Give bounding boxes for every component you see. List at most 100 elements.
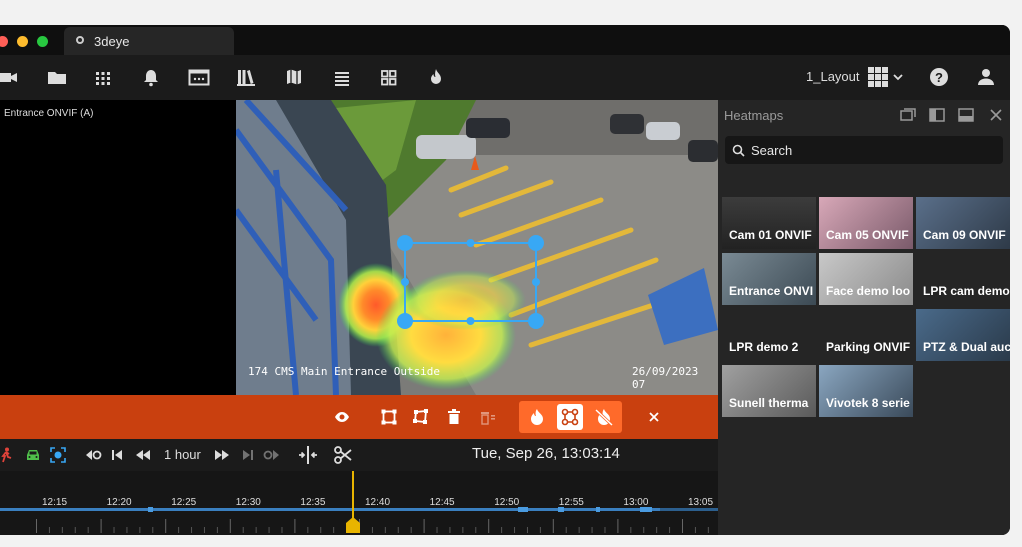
timeline-tick-label: 12:45 xyxy=(429,497,455,508)
timeline-minor-tick xyxy=(333,527,335,533)
delete-all-icon xyxy=(481,412,495,425)
heatmap-tile[interactable]: Cam 05 ONVIF xyxy=(819,197,913,249)
heatmaps-panel: Heatmaps Search Cam 01 ONVIF Cam 05 ONVIF… xyxy=(718,100,1010,535)
timeline-minor-tick xyxy=(604,527,606,533)
close-window-button[interactable] xyxy=(0,36,8,47)
camera-title: Entrance ONVIF (A) xyxy=(4,108,94,119)
camera-icon[interactable] xyxy=(0,65,18,89)
maximize-window-button[interactable] xyxy=(37,36,48,47)
timeline-minor-tick xyxy=(707,527,709,533)
timeline-minor-tick xyxy=(694,527,696,533)
eye-icon[interactable] xyxy=(334,409,350,425)
timeline-minor-tick xyxy=(61,527,63,533)
heatmap-flame-icon[interactable] xyxy=(428,65,444,89)
heatmap-tile[interactable]: Vivotek 8 serie xyxy=(819,365,913,417)
fast-forward-icon[interactable] xyxy=(214,448,230,462)
search-icon xyxy=(732,144,745,157)
person-filter-icon[interactable] xyxy=(0,447,12,463)
heatmap-tile-name: Vivotek 8 serie xyxy=(826,396,910,410)
heatmap-tile[interactable]: Cam 01 ONVIF xyxy=(722,197,816,249)
delete-icon[interactable] xyxy=(447,409,461,425)
help-icon[interactable]: ? xyxy=(929,65,949,89)
camera-tile-empty[interactable]: Entrance ONVIF (A) xyxy=(0,100,236,395)
player-window-icon[interactable] xyxy=(188,65,210,89)
timeline-tick xyxy=(36,519,37,533)
timeline-tick xyxy=(423,519,425,533)
timeline-minor-tick xyxy=(410,527,412,533)
heatmap-tile[interactable]: LPR demo 2 xyxy=(722,309,816,361)
timeline-tick-label: 12:50 xyxy=(494,497,520,508)
time-range-label[interactable]: 1 hour xyxy=(164,447,201,462)
playhead-handle[interactable] xyxy=(346,517,360,533)
bell-icon[interactable] xyxy=(142,65,160,89)
heatmap-tile[interactable]: Entrance ONVI xyxy=(722,253,816,305)
zone-nodes-icon xyxy=(561,408,579,426)
timeline-tick-label: 12:30 xyxy=(235,497,261,508)
heatmap-tile[interactable]: Face demo loo xyxy=(819,253,913,305)
timeline-minor-tick xyxy=(268,527,270,533)
timeline-tick xyxy=(552,519,554,533)
rewind-icon[interactable] xyxy=(135,448,151,462)
center-timeline-icon[interactable] xyxy=(298,446,318,464)
timeline-minor-tick xyxy=(578,527,580,533)
layout-select-grid-icon[interactable] xyxy=(867,65,905,89)
timeline-tick xyxy=(229,519,231,533)
heatmap-tile[interactable]: Parking ONVIF xyxy=(819,309,913,361)
timeline-minor-tick xyxy=(191,527,193,533)
heatmap-flame-icon[interactable] xyxy=(530,409,544,426)
timeline-minor-tick xyxy=(656,527,658,533)
heatmap-tile[interactable]: LPR cam demo xyxy=(916,253,1010,305)
list-icon[interactable] xyxy=(333,65,351,89)
heatmap-tile-name: Entrance ONVI xyxy=(729,284,814,298)
heatmap-tile-name: Face demo loo xyxy=(826,284,911,298)
search-input[interactable]: Search xyxy=(751,143,792,158)
timeline-minor-tick xyxy=(178,527,180,533)
timeline-tick-label: 13:05 xyxy=(688,497,714,508)
timeline-minor-tick xyxy=(371,527,373,533)
title-bar: 3deye xyxy=(0,25,1010,55)
close-panel-icon[interactable] xyxy=(989,108,1003,122)
layout-name[interactable]: 1_Layout xyxy=(806,69,860,84)
heatmap-zone-edit-button[interactable] xyxy=(557,404,583,430)
timeline-minor-tick xyxy=(565,527,567,533)
video-view[interactable]: 174 CMS Main Entrance Outside 26/09/2023… xyxy=(236,100,718,395)
timeline-minor-tick xyxy=(281,527,283,533)
close-icon[interactable] xyxy=(648,411,660,423)
current-datetime: Tue, Sep 26, 13:03:14 xyxy=(472,445,620,462)
previous-icon[interactable] xyxy=(111,448,123,462)
tab-title: 3deye xyxy=(94,34,130,49)
heatmap-tile-name: Cam 05 ONVIF xyxy=(826,228,909,242)
timeline-minor-tick xyxy=(255,527,257,533)
map-icon[interactable] xyxy=(285,65,303,89)
panel-title: Heatmaps xyxy=(724,108,784,123)
search-box[interactable]: Search xyxy=(725,136,1003,164)
heatmap-tile[interactable]: PTZ & Dual auc xyxy=(916,309,1010,361)
timeline[interactable]: 12:15 12:20 12:25 12:30 12:35 12:40 12:45 12:50… xyxy=(0,471,718,535)
popout-icon[interactable] xyxy=(900,108,916,122)
layout-grid-icon[interactable] xyxy=(380,65,398,89)
heatmap-tile[interactable]: Cam 09 ONVIF xyxy=(916,197,1010,249)
timeline-minor-tick xyxy=(320,527,322,533)
heatmap-tile[interactable]: Sunell therma xyxy=(722,365,816,417)
vehicle-filter-icon[interactable] xyxy=(25,447,41,463)
heatmap-off-icon[interactable] xyxy=(595,409,613,426)
polygon-zone-icon[interactable] xyxy=(413,409,429,425)
dock-bottom-icon[interactable] xyxy=(958,108,974,122)
dock-left-icon[interactable] xyxy=(929,108,945,122)
library-icon[interactable] xyxy=(236,65,256,89)
timeline-tick xyxy=(100,519,102,533)
scissors-icon[interactable] xyxy=(334,446,352,464)
user-icon[interactable] xyxy=(976,65,996,89)
heatmap-tile-name: Cam 09 ONVIF xyxy=(923,228,1006,242)
heatmap-tile-name: Parking ONVIF xyxy=(826,340,911,354)
grid-dots-icon[interactable] xyxy=(94,65,112,89)
browser-tab[interactable]: 3deye xyxy=(64,27,234,55)
timeline-minor-tick xyxy=(436,527,438,533)
rectangle-zone-icon[interactable] xyxy=(381,409,397,425)
folder-icon[interactable] xyxy=(47,65,67,89)
jump-to-live-icon xyxy=(263,450,279,460)
minimize-window-button[interactable] xyxy=(17,36,28,47)
heatmap-tile-name: LPR demo 2 xyxy=(729,340,799,354)
jump-to-start-icon[interactable] xyxy=(84,448,102,462)
face-filter-icon[interactable] xyxy=(50,447,66,463)
